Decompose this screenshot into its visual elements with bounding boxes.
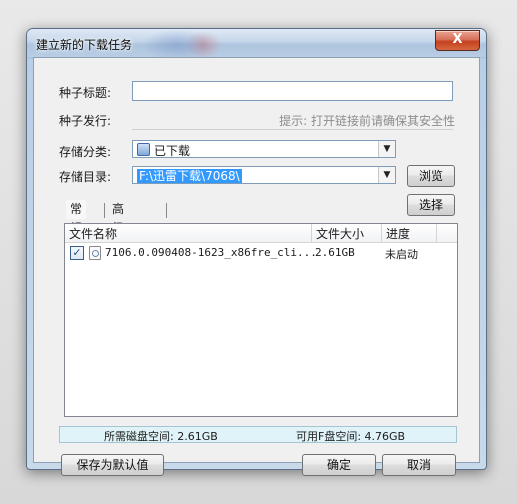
category-select[interactable]: 已下载 ▼ xyxy=(132,140,396,158)
column-divider xyxy=(436,224,437,242)
save-default-button[interactable]: 保存为默认值 xyxy=(61,454,164,476)
file-list-header: 文件名称 文件大小 进度 xyxy=(65,224,457,243)
divider xyxy=(132,129,453,130)
dialog-client-area: 种子标题: 种子发行: 提示: 打开链接前请确保其安全性 存储分类: 已下载 ▼… xyxy=(33,57,480,476)
tab-advanced[interactable]: 高级设置 xyxy=(108,200,128,273)
category-value: 已下载 xyxy=(154,144,191,158)
tab-divider xyxy=(166,203,167,218)
required-space: 所需磁盘空间: 2.61GB xyxy=(104,430,218,443)
column-name[interactable]: 文件名称 xyxy=(65,225,310,241)
safety-hint: 提示: 打开链接前请确保其安全性 xyxy=(279,114,455,128)
file-checkbox[interactable]: ✓ xyxy=(70,246,84,260)
directory-selected: F:\迅雷下载\7068\ xyxy=(137,167,242,184)
directory-value: F:\迅雷下载\7068\ xyxy=(137,169,242,183)
close-button[interactable]: X xyxy=(435,30,480,51)
folder-icon xyxy=(137,143,150,156)
browse-button[interactable]: 浏览 xyxy=(407,165,455,187)
title-bar[interactable]: 建立新的下载任务 X xyxy=(27,29,486,57)
available-space: 可用F盘空间: 4.76GB xyxy=(296,430,406,443)
chevron-down-icon[interactable]: ▼ xyxy=(378,141,395,157)
column-size[interactable]: 文件大小 xyxy=(312,225,380,241)
seed-title-label: 种子标题: xyxy=(59,86,112,100)
file-list[interactable]: 文件名称 文件大小 进度 ✓ 7106.0.090408-1623_x86fre… xyxy=(64,223,458,417)
file-name: 7106.0.090408-1623_x86fre_cli... xyxy=(105,246,317,259)
file-icon xyxy=(89,246,101,260)
seed-title-input[interactable] xyxy=(132,81,453,101)
column-progress[interactable]: 进度 xyxy=(382,225,436,241)
category-selected: 已下载 xyxy=(137,142,190,159)
file-progress: 未启动 xyxy=(385,248,418,261)
chevron-down-icon[interactable]: ▼ xyxy=(378,167,395,183)
seed-publish-label: 种子发行: xyxy=(59,114,112,128)
table-row[interactable]: ✓ 7106.0.090408-1623_x86fre_cli... 2.61G… xyxy=(65,243,457,263)
cancel-button[interactable]: 取消 xyxy=(382,454,456,476)
file-size: 2.61GB xyxy=(315,246,355,259)
tab-divider xyxy=(104,203,105,218)
disk-space-status: 所需磁盘空间: 2.61GB 可用F盘空间: 4.76GB xyxy=(59,426,457,443)
directory-select[interactable]: F:\迅雷下载\7068\ ▼ xyxy=(132,166,396,184)
select-button[interactable]: 选择 xyxy=(407,194,455,216)
window-title: 建立新的下载任务 xyxy=(36,38,133,52)
download-dialog: 建立新的下载任务 X 种子标题: 种子发行: 提示: 打开链接前请确保其安全性 … xyxy=(26,28,487,476)
category-label: 存储分类: xyxy=(59,145,112,159)
tab-general[interactable]: 常规 xyxy=(66,200,87,235)
ok-button[interactable]: 确定 xyxy=(302,454,376,476)
directory-label: 存储目录: xyxy=(59,170,112,184)
